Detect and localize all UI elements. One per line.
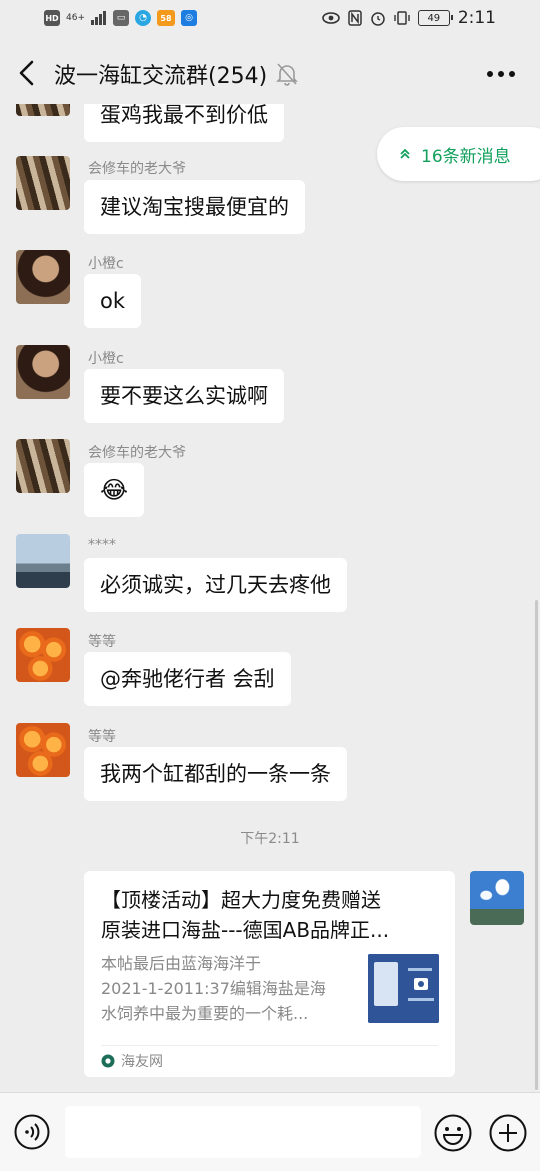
oranges-avatar[interactable]	[16, 628, 70, 682]
app-blue-icon: ◎	[181, 10, 197, 26]
status-time: 2:11	[457, 8, 496, 28]
emoji-bubble[interactable]: 😂	[84, 463, 145, 517]
link-card-title-line: 【顶楼活动】超大力度免费赠送	[101, 888, 381, 912]
message-item: **** 必须诚实，过几天去疼他	[0, 534, 540, 614]
sender-name: 会修车的老大爷	[88, 161, 186, 177]
message-bubble[interactable]: 建议淘宝搜最便宜的	[84, 180, 305, 234]
status-left: HD 46+ ▭ ◔ 58 ◎	[44, 10, 197, 26]
status-bar: HD 46+ ▭ ◔ 58 ◎ 49 2:11	[0, 0, 540, 40]
hd-indicator: HD	[44, 10, 60, 26]
nfc-icon	[348, 10, 362, 26]
message-item: 等等 @奔驰佬行者 会刮	[0, 628, 540, 708]
mechanic-avatar[interactable]	[16, 439, 70, 493]
link-card-source: 海友网	[101, 1051, 163, 1071]
link-card[interactable]: 【顶楼活动】超大力度免费赠送 原装进口海盐---德国AB品牌正... 本帖最后由…	[84, 871, 455, 1077]
status-right: 49 2:11	[322, 8, 496, 28]
plus-icon[interactable]	[489, 1114, 527, 1152]
girl-avatar[interactable]	[16, 250, 70, 304]
message-item: 小橙c ok	[0, 250, 540, 330]
link-card-thumbnail	[368, 954, 439, 1023]
sender-name: 会修车的老大爷	[88, 445, 186, 461]
thumbnail-graphic	[368, 954, 439, 1023]
link-card-title: 【顶楼活动】超大力度免费赠送 原装进口海盐---德国AB品牌正...	[101, 885, 441, 945]
sender-name: 小橙c	[88, 256, 124, 272]
back-icon[interactable]	[14, 58, 40, 88]
link-card-title-line: 原装进口海盐---德国AB品牌正...	[101, 918, 390, 942]
mechanic-avatar[interactable]	[16, 104, 70, 116]
sea-avatar[interactable]	[16, 534, 70, 588]
message-bubble[interactable]: 蛋鸡我最不到价低	[84, 104, 284, 142]
message-bubble[interactable]: ok	[84, 274, 142, 328]
sender-name: 等等	[88, 729, 116, 745]
eye-icon	[322, 12, 340, 24]
chat-app-icon: ◔	[135, 10, 151, 26]
message-bubble[interactable]: @奔驰佬行者 会刮	[84, 652, 291, 706]
vibrate-icon	[394, 11, 410, 25]
message-timestamp: 下午2:11	[240, 831, 300, 847]
app-notification-icon: ▭	[113, 10, 129, 26]
my-avatar[interactable]	[470, 871, 524, 925]
chat-header: 波一海缸交流群(254)	[0, 44, 540, 104]
message-item: 会修车的老大爷 😂	[0, 439, 540, 519]
oranges-avatar[interactable]	[16, 723, 70, 777]
signal-icon	[91, 11, 106, 25]
message-bubble[interactable]: 必须诚实，过几天去疼他	[84, 558, 347, 612]
source-label: 海友网	[121, 1054, 163, 1070]
message-bubble[interactable]: 要不要这么实诚啊	[84, 369, 284, 423]
message-input[interactable]	[65, 1106, 421, 1158]
source-logo-icon	[101, 1054, 115, 1068]
more-options-icon[interactable]	[486, 62, 516, 86]
mute-bell-icon	[276, 63, 298, 86]
app-58-icon: 58	[157, 10, 175, 26]
battery-indicator: 49	[417, 10, 453, 26]
girl-avatar[interactable]	[16, 345, 70, 399]
network-indicator: 46+	[66, 13, 85, 23]
alarm-icon	[371, 12, 385, 26]
emoji-icon[interactable]	[434, 1114, 472, 1152]
new-messages-label: 16条新消息	[421, 146, 511, 167]
scrollbar[interactable]	[535, 600, 538, 1090]
link-card-desc-line: 本帖最后由蓝海海洋于	[101, 954, 262, 973]
mechanic-avatar[interactable]	[16, 156, 70, 210]
link-card-desc-line: 水饲养中最为重要的一个耗...	[101, 1004, 309, 1023]
battery-level: 49	[427, 12, 441, 24]
chat-title: 波一海缸交流群(254)	[54, 64, 268, 89]
message-item: 等等 我两个缸都刮的一条一条	[0, 723, 540, 803]
card-divider	[101, 1045, 438, 1046]
link-card-desc-line: 2021-1-2011:37编辑海盐是海	[101, 979, 326, 998]
input-bar	[0, 1092, 540, 1171]
link-card-description: 本帖最后由蓝海海洋于 2021-1-2011:37编辑海盐是海 水饲养中最为重要…	[101, 951, 351, 1026]
sender-name: 等等	[88, 634, 116, 650]
voice-icon[interactable]	[14, 1114, 50, 1150]
sender-name: ****	[88, 537, 116, 553]
message-item: 小橙c 要不要这么实诚啊	[0, 345, 540, 425]
message-bubble[interactable]: 我两个缸都刮的一条一条	[84, 747, 347, 801]
sender-name: 小橙c	[88, 351, 124, 367]
new-messages-button[interactable]: 16条新消息	[377, 127, 540, 181]
double-chevron-up-icon	[400, 148, 410, 159]
